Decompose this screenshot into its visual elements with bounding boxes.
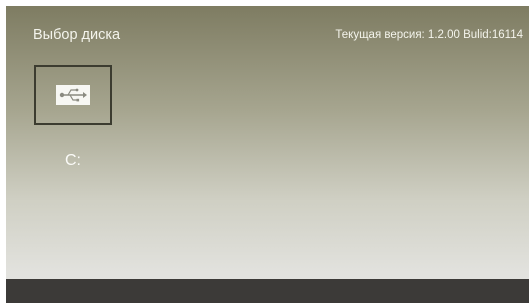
usb-icon	[56, 85, 90, 105]
disk-selection-screen: Выбор диска Текущая версия: 1.2.00 Bulid…	[6, 6, 529, 303]
drive-label[interactable]: C:	[65, 152, 81, 170]
version-label: Текущая версия: 1.2.00 Bulid:16114	[335, 29, 523, 41]
drive-tile-c[interactable]	[34, 65, 112, 125]
page-title: Выбор диска	[33, 27, 121, 43]
bottom-bar	[6, 279, 529, 303]
window-frame: Выбор диска Текущая версия: 1.2.00 Bulid…	[0, 0, 529, 303]
